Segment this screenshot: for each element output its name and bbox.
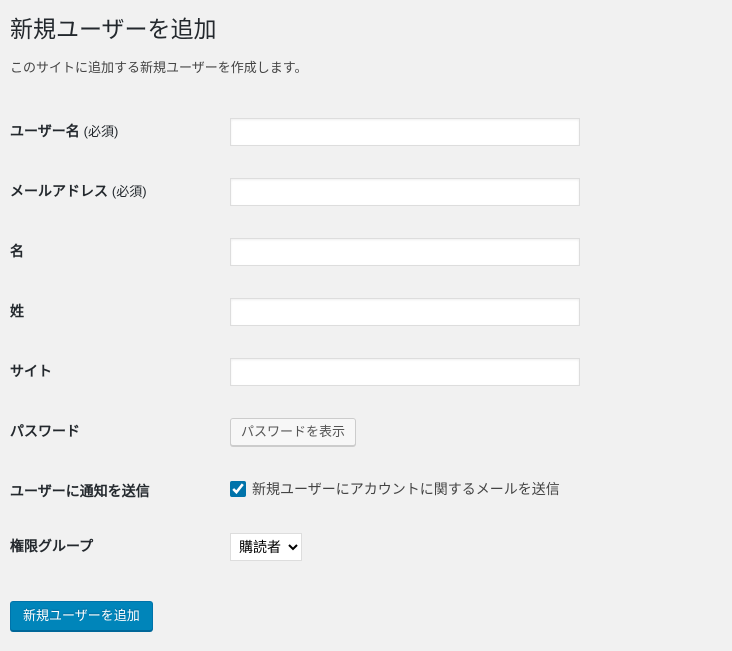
first-name-input[interactable] (230, 238, 580, 266)
password-label: パスワード (10, 406, 230, 466)
add-user-form: ユーザー名 (必須) メールアドレス (必須) 名 姓 (10, 106, 722, 581)
send-notification-checkbox-label: 新規ユーザーにアカウントに関するメールを送信 (252, 479, 560, 499)
first-name-label: 名 (10, 226, 230, 286)
website-label: サイト (10, 346, 230, 406)
role-label: 権限グループ (10, 521, 230, 581)
page-title: 新規ユーザーを追加 (10, 6, 722, 49)
show-password-button[interactable]: パスワードを表示 (230, 418, 356, 446)
username-label: ユーザー名 (必須) (10, 106, 230, 166)
email-input[interactable] (230, 178, 580, 206)
website-input[interactable] (230, 358, 580, 386)
page-description: このサイトに追加する新規ユーザーを作成します。 (10, 57, 722, 76)
username-input[interactable] (230, 118, 580, 146)
last-name-label: 姓 (10, 286, 230, 346)
send-notification-checkbox[interactable] (230, 481, 246, 497)
role-select[interactable]: 購読者 (230, 533, 302, 561)
send-notification-label: ユーザーに通知を送信 (10, 466, 230, 521)
last-name-input[interactable] (230, 298, 580, 326)
email-label: メールアドレス (必須) (10, 166, 230, 226)
add-user-button[interactable]: 新規ユーザーを追加 (10, 601, 153, 631)
